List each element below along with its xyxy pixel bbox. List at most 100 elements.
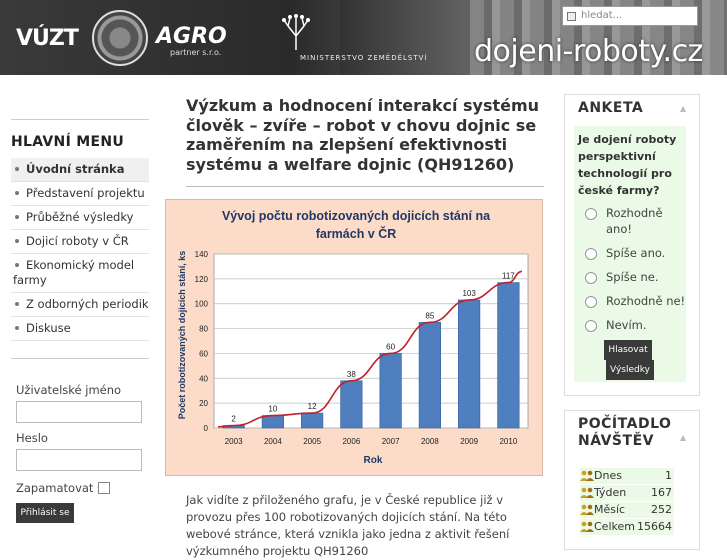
counter-label: Dnes	[594, 469, 622, 482]
chart: Vývoj počtu robotizovaných dojicích stán…	[165, 199, 543, 476]
chart-x-tick-label: 2007	[382, 437, 400, 446]
remember-label: Zapamatovat si	[16, 481, 107, 495]
menu-item-label: Z odborných periodik	[26, 297, 149, 311]
main-menu-title: HLAVNÍ MENU	[11, 134, 125, 150]
counter-row-today: Dnes 1	[580, 468, 674, 484]
password-label: Heslo	[16, 431, 48, 445]
remember-checkbox[interactable]	[98, 482, 110, 494]
menu-item-label: Průběžné výsledky	[26, 210, 134, 224]
counter-label: Celkem	[594, 520, 635, 533]
chart-x-tick-label: 2006	[342, 437, 360, 446]
chart-bar	[301, 412, 324, 429]
ministry-tree-icon	[282, 14, 310, 50]
menu-item-periodicals[interactable]: Z odborných periodik	[11, 293, 149, 317]
menu-item-robots-cz[interactable]: Dojicí roboty v ČR	[11, 230, 149, 254]
chart-x-tick-label: 2010	[499, 437, 517, 446]
poll-radio-1[interactable]	[585, 208, 597, 220]
chart-y-tick-label: 20	[199, 399, 208, 408]
ministry-label: MINISTERSTVO ZEMĚDĚLSTVÍ	[300, 54, 428, 62]
article-body: Jak vidíte z přiloženého grafu, je v Čes…	[186, 493, 510, 558]
vuzt-logo[interactable]: VÚZT	[16, 26, 79, 51]
bullet-icon	[15, 262, 19, 267]
poll-option-4: Rozhodně ne!	[606, 294, 686, 308]
poll-option-1: Rozhodně ano!	[606, 206, 663, 236]
people-icon	[580, 487, 594, 498]
chart-data-label: 38	[347, 370, 356, 379]
menu-item-discussion[interactable]: Diskuse	[11, 317, 149, 341]
chart-y-tick-label: 140	[195, 250, 209, 259]
article-title: Výzkum a hodnocení interakcí systému člo…	[186, 96, 540, 174]
chart-y-tick-label: 0	[204, 424, 209, 433]
people-icon	[580, 504, 594, 515]
menu-item-label: Ekonomický model farmy	[13, 258, 135, 287]
chart-data-label: 10	[268, 405, 277, 414]
password-input[interactable]	[16, 449, 142, 471]
counter-title-line1: POČÍTADLO	[578, 416, 672, 432]
agro-logo-subtitle: partner s.r.o.	[170, 48, 222, 57]
menu-item-label: Diskuse	[26, 321, 71, 335]
vote-button[interactable]: Hlasovat	[604, 340, 652, 360]
people-icon	[580, 470, 594, 481]
poll-option-3: Spíše ne.	[606, 270, 659, 284]
chart-x-tick-label: 2009	[460, 437, 478, 446]
chart-bar	[418, 322, 441, 429]
chart-data-label: 12	[308, 402, 317, 411]
counter-label: Měsíc	[594, 503, 626, 516]
counter-row-month: Měsíc 252	[580, 502, 674, 518]
results-button[interactable]: Výsledky	[606, 360, 654, 380]
poll-question: Je dojení roboty perspektivní technologi…	[578, 133, 677, 197]
search-input[interactable]: hledat...	[562, 6, 698, 26]
bullet-icon	[15, 238, 19, 243]
chart-svg: Vývoj počtu robotizovaných dojicích stán…	[177, 209, 529, 466]
poll-radio-4[interactable]	[585, 296, 597, 308]
chart-title-line1: Vývoj počtu robotizovaných dojicích stán…	[222, 209, 491, 223]
agro-logo[interactable]: AGRO	[156, 24, 227, 49]
counter-row-week: Týden 167	[580, 485, 674, 501]
menu-item-results[interactable]: Průběžné výsledky	[11, 206, 149, 230]
chart-x-axis-label: Rok	[364, 455, 383, 466]
chart-plot-area: 0 20 40 60 80 100 120 140 2 2003 10 2004 12 2005 38 200…	[195, 250, 529, 446]
chart-bar	[497, 282, 520, 429]
menu-item-home[interactable]: Úvodní stránka	[11, 158, 149, 182]
menu-item-economic-model[interactable]: Ekonomický model farmy	[11, 254, 149, 293]
menu-item-label: Úvodní stránka	[26, 162, 125, 176]
bullet-icon	[15, 214, 19, 219]
chart-bar	[261, 415, 284, 429]
username-label: Uživatelské jméno	[16, 383, 122, 397]
sidebar-divider	[11, 358, 149, 359]
site-title[interactable]: dojeni-roboty.cz	[474, 34, 703, 69]
menu-item-project[interactable]: Představení projektu	[11, 182, 149, 206]
bullet-icon	[15, 301, 19, 306]
chart-bar	[458, 299, 481, 429]
page-scroll-area	[712, 75, 727, 545]
poll-radio-2[interactable]	[585, 248, 597, 260]
chart-data-label: 103	[462, 289, 476, 298]
counter-title-line2: NÁVŠTĚV	[578, 433, 654, 449]
poll-radio-5[interactable]	[585, 320, 597, 332]
bullet-icon	[15, 190, 19, 195]
login-button[interactable]: Přihlásit se	[16, 503, 74, 523]
username-input[interactable]	[16, 401, 142, 423]
collapse-icon[interactable]: ▲	[680, 104, 686, 113]
chart-y-tick-label: 120	[195, 275, 209, 284]
people-icon	[580, 521, 594, 532]
chart-y-tick-label: 40	[199, 374, 208, 383]
collapse-icon[interactable]: ▲	[680, 433, 686, 442]
counter-value: 15664	[637, 520, 672, 533]
chart-x-tick-label: 2005	[303, 437, 321, 446]
chart-data-label: 2	[231, 415, 236, 424]
chart-x-tick-label: 2004	[264, 437, 282, 446]
search-icon	[567, 12, 576, 21]
chart-y-tick-label: 60	[199, 349, 208, 358]
header-photo	[340, 0, 480, 75]
chart-y-tick-label: 100	[195, 300, 209, 309]
bullet-icon	[15, 325, 19, 330]
poll-title: ANKETA	[578, 100, 644, 116]
poll-radio-3[interactable]	[585, 272, 597, 284]
bullet-icon	[15, 166, 19, 171]
chart-x-tick-label: 2003	[225, 437, 243, 446]
chart-bar	[340, 380, 363, 429]
chart-data-label: 85	[425, 311, 434, 320]
poll-option-2: Spíše ano.	[606, 246, 666, 260]
chart-title-line2: farmách v ČR	[316, 226, 397, 241]
